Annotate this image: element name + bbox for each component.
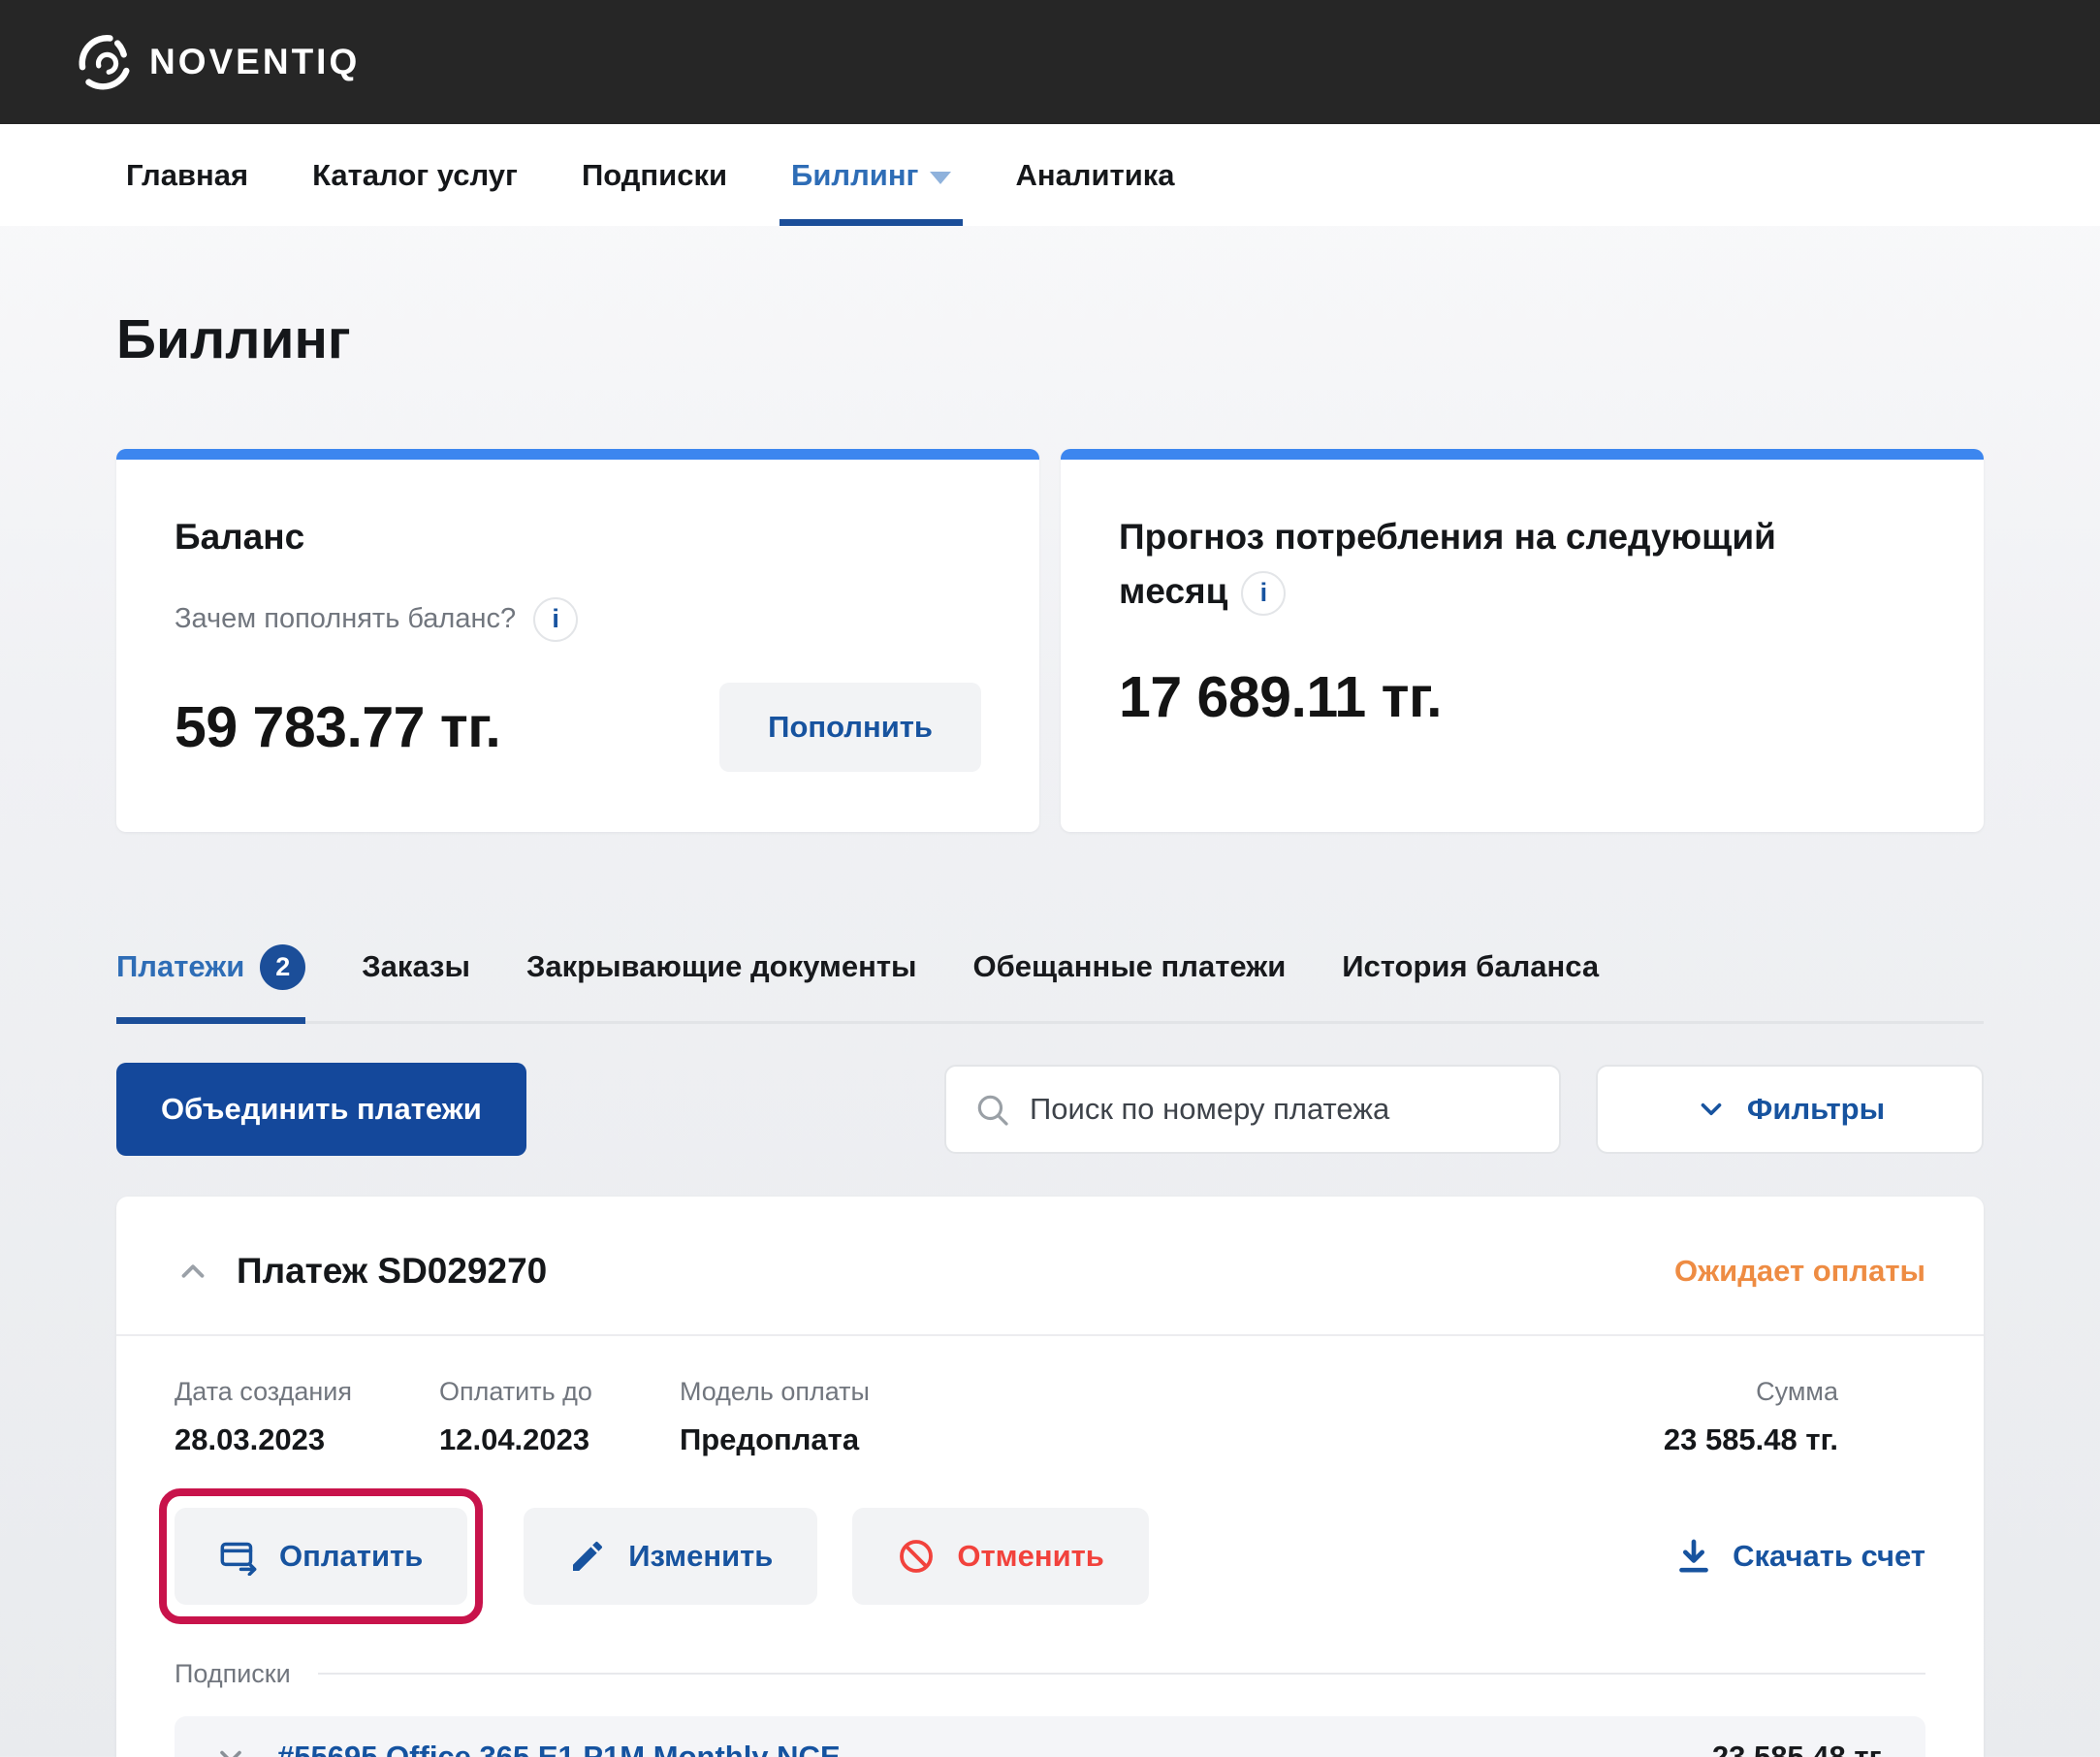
subscription-link[interactable]: #55695 Office 365 E1 P1M Monthly NCE: [277, 1740, 841, 1757]
caret-down-icon: [930, 172, 951, 184]
payment-status-badge: Ожидает оплаты: [1674, 1254, 1925, 1289]
nav-label: Каталог услуг: [312, 158, 518, 193]
tab-label: Заказы: [362, 949, 470, 984]
nav-label: Биллинг: [791, 158, 918, 193]
field-value: 28.03.2023: [175, 1422, 352, 1457]
download-invoice-label: Скачать счет: [1733, 1539, 1925, 1574]
edit-button[interactable]: Изменить: [524, 1508, 817, 1605]
collapse-chevron-up-icon[interactable]: [175, 1253, 211, 1290]
search-icon: [973, 1091, 1010, 1128]
noventiq-logo-icon: [74, 32, 134, 92]
pencil-icon: [568, 1537, 607, 1576]
summary-cards: Баланс Зачем пополнять баланс? i 59 783.…: [116, 449, 1984, 832]
filters-button[interactable]: Фильтры: [1596, 1065, 1984, 1154]
tab-label: Обещанные платежи: [972, 949, 1286, 984]
field-sum: Сумма 23 585.48 тг.: [1664, 1377, 1838, 1457]
payment-fields-row: Дата создания 28.03.2023 Оплатить до 12.…: [175, 1377, 1925, 1457]
tab-payments[interactable]: Платежи 2: [116, 944, 305, 1024]
subscription-amount: 23 585.48 тг.: [1712, 1740, 1887, 1757]
forecast-card: Прогноз потребления на следующий месяцi …: [1061, 449, 1984, 832]
tab-closing-documents[interactable]: Закрывающие документы: [526, 944, 917, 1024]
subscriptions-header: Подписки: [175, 1659, 1925, 1689]
nav-item-home[interactable]: Главная: [126, 124, 248, 226]
page-title: Биллинг: [116, 307, 1984, 371]
balance-amount-row: 59 783.77 тг. Пополнить: [175, 683, 981, 772]
subscriptions-label: Подписки: [175, 1659, 291, 1689]
field-label: Модель оплаты: [680, 1377, 870, 1407]
logo-text: NOVENTIQ: [149, 42, 360, 82]
field-value: 12.04.2023: [439, 1422, 592, 1457]
payments-toolbar: Объединить платежи Фильтры: [116, 1063, 1984, 1156]
balance-amount: 59 783.77 тг.: [175, 694, 500, 760]
edit-button-label: Изменить: [628, 1539, 773, 1574]
payment-actions-row: Оплатить Изменить Отменить: [175, 1508, 1925, 1605]
nav-item-analytics[interactable]: Аналитика: [1015, 124, 1174, 226]
tab-balance-history[interactable]: История баланса: [1342, 944, 1599, 1024]
noventiq-logo[interactable]: NOVENTIQ: [74, 32, 360, 92]
download-invoice-link[interactable]: Скачать счет: [1674, 1537, 1925, 1576]
nav-item-billing[interactable]: Биллинг: [791, 124, 951, 226]
balance-hint-text: Зачем пополнять баланс?: [175, 603, 516, 635]
forecast-title-text: Прогноз потребления на следующий месяц: [1119, 517, 1776, 611]
field-label: Сумма: [1664, 1377, 1838, 1407]
prohibition-icon: [897, 1537, 936, 1576]
nav-label: Подписки: [582, 158, 727, 193]
tab-orders[interactable]: Заказы: [362, 944, 470, 1024]
info-icon[interactable]: i: [1241, 571, 1286, 616]
payment-search-box: [944, 1065, 1561, 1154]
forecast-card-title: Прогноз потребления на следующий месяцi: [1119, 510, 1817, 618]
subscription-row[interactable]: #55695 Office 365 E1 P1M Monthly NCE 23 …: [175, 1716, 1925, 1757]
merge-payments-button[interactable]: Объединить платежи: [116, 1063, 526, 1156]
forecast-amount: 17 689.11 тг.: [1119, 664, 1925, 730]
tab-label: Закрывающие документы: [526, 949, 917, 984]
tab-promised-payments[interactable]: Обещанные платежи: [972, 944, 1286, 1024]
balance-card: Баланс Зачем пополнять баланс? i 59 783.…: [116, 449, 1039, 832]
balance-hint-row: Зачем пополнять баланс? i: [175, 597, 981, 642]
chevron-down-icon[interactable]: [213, 1740, 248, 1757]
payment-card-icon: [219, 1537, 258, 1576]
active-tab-underline: [780, 219, 963, 226]
billing-tabs: Платежи 2 Заказы Закрывающие документы О…: [116, 944, 1984, 1024]
payment-title: Платеж SD029270: [237, 1251, 547, 1292]
tab-label: Платежи: [116, 949, 244, 984]
chevron-down-icon: [1695, 1093, 1728, 1126]
download-icon: [1674, 1537, 1713, 1576]
nav-label: Аналитика: [1015, 158, 1174, 193]
field-label: Дата создания: [175, 1377, 352, 1407]
subscriptions-section: Подписки #55695 Office 365 E1 P1M Monthl…: [175, 1605, 1925, 1757]
main-navigation: Главная Каталог услуг Подписки Биллинг А…: [0, 124, 2100, 226]
payment-card-body: Дата создания 28.03.2023 Оплатить до 12.…: [116, 1336, 1984, 1757]
divider: [318, 1673, 1925, 1675]
cancel-button-label: Отменить: [957, 1539, 1104, 1574]
nav-item-subscriptions[interactable]: Подписки: [582, 124, 727, 226]
top-header-bar: NOVENTIQ: [0, 0, 2100, 124]
field-payment-model: Модель оплаты Предоплата: [680, 1377, 870, 1457]
payment-sum-value: 23 585.48 тг.: [1664, 1422, 1838, 1457]
page-content: Биллинг Баланс Зачем пополнять баланс? i…: [0, 307, 2100, 1757]
pay-button-wrapper: Оплатить: [175, 1508, 467, 1605]
payment-search-input[interactable]: [1030, 1092, 1532, 1127]
balance-card-title: Баланс: [175, 510, 981, 564]
field-value: Предоплата: [680, 1422, 870, 1457]
tab-label: История баланса: [1342, 949, 1599, 984]
pay-button[interactable]: Оплатить: [175, 1508, 467, 1605]
info-icon[interactable]: i: [533, 597, 578, 642]
cancel-button[interactable]: Отменить: [852, 1508, 1149, 1605]
filters-label: Фильтры: [1747, 1092, 1885, 1127]
toolbar-right-group: Фильтры: [944, 1065, 1984, 1154]
nav-label: Главная: [126, 158, 248, 193]
payment-card: Платеж SD029270 Ожидает оплаты Дата созд…: [116, 1197, 1984, 1757]
field-label: Оплатить до: [439, 1377, 592, 1407]
topup-button[interactable]: Пополнить: [719, 683, 981, 772]
field-creation-date: Дата создания 28.03.2023: [175, 1377, 352, 1457]
pay-button-label: Оплатить: [279, 1539, 423, 1574]
field-pay-before: Оплатить до 12.04.2023: [439, 1377, 592, 1457]
payment-card-header: Платеж SD029270 Ожидает оплаты: [116, 1197, 1984, 1334]
payments-count-badge: 2: [260, 944, 305, 990]
nav-item-catalog[interactable]: Каталог услуг: [312, 124, 518, 226]
